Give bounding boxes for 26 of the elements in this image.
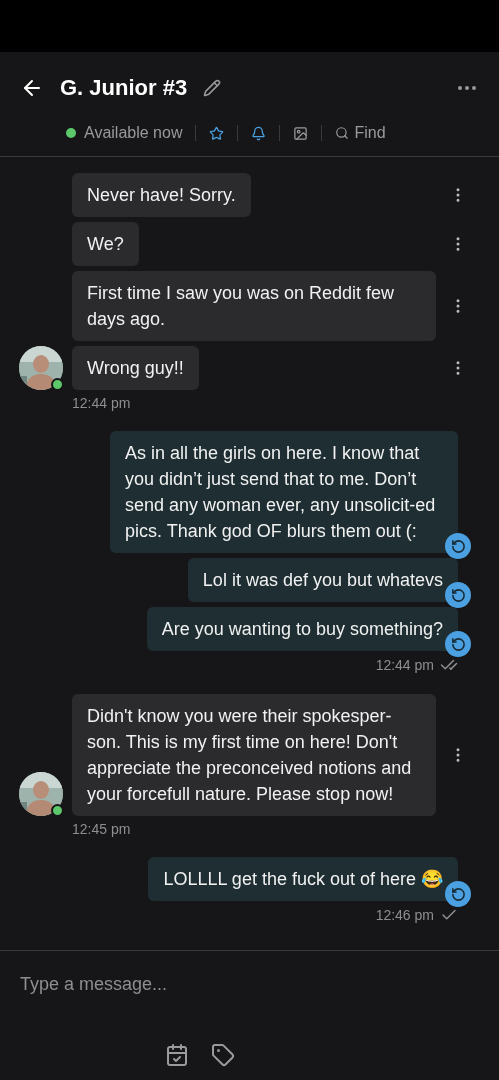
undo-icon[interactable] <box>445 533 471 559</box>
message-bubble: First time I saw you was on Reddit few days ago. <box>72 271 436 341</box>
message-time: 12:45 pm <box>72 821 131 837</box>
message-bubble: Didn't know you were their spokesper-son. This is my first time on here! Don't appreciate the preconceived notions and your forcefull nature. Please stop now! <box>72 694 436 816</box>
message-input[interactable]: Type a message... <box>20 971 479 997</box>
search-icon <box>335 126 350 140</box>
find-button[interactable]: Find <box>335 124 386 142</box>
message-bubble: We? <box>72 222 139 266</box>
status-text: Available now <box>84 124 183 142</box>
tag-icon[interactable] <box>211 1043 235 1067</box>
message-time: 12:46 pm <box>375 907 434 923</box>
message-bubble: Wrong guy!! <box>72 346 199 390</box>
message-time: 12:44 pm <box>375 657 434 673</box>
undo-icon[interactable] <box>445 582 471 608</box>
bell-icon[interactable] <box>251 125 267 141</box>
chat-title: G. Junior #3 <box>60 75 188 101</box>
message-bubble: Never have! Sorry. <box>72 173 251 217</box>
pencil-icon[interactable] <box>203 79 222 97</box>
star-icon[interactable] <box>209 125 225 141</box>
undo-icon[interactable] <box>445 881 471 907</box>
undo-icon[interactable] <box>445 631 471 657</box>
message-time: 12:44 pm <box>72 395 131 411</box>
image-icon[interactable] <box>293 125 309 141</box>
avatar[interactable] <box>19 772 63 816</box>
calendar-icon[interactable] <box>165 1043 189 1067</box>
avatar[interactable] <box>19 346 63 390</box>
